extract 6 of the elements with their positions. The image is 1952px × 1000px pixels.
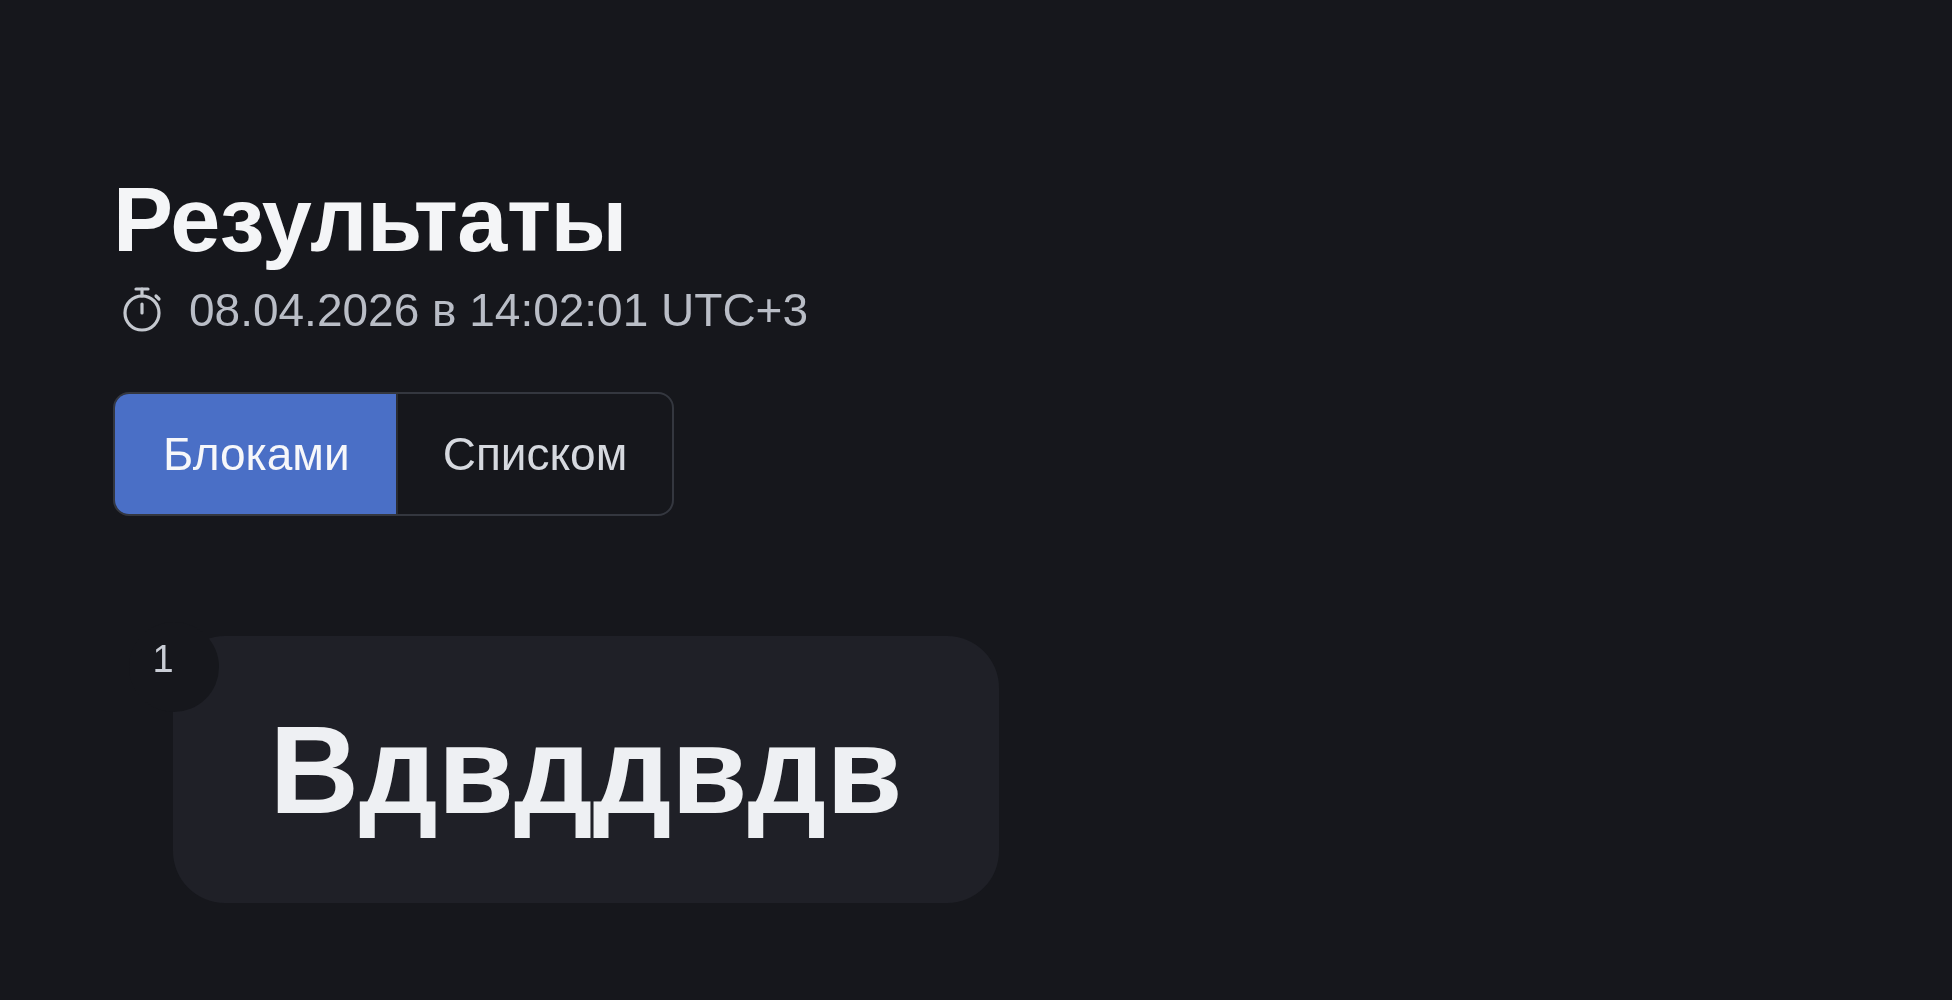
view-tab[interactable]: Блоками: [115, 394, 396, 514]
timestamp: 08.04.2026 в 14:02:01 UTC+3: [189, 283, 809, 338]
view-tab[interactable]: Списком: [395, 394, 673, 514]
page-title: Результаты: [113, 170, 627, 270]
stopwatch-icon: [121, 287, 163, 333]
block-text: Вдвддвдв: [269, 699, 903, 841]
